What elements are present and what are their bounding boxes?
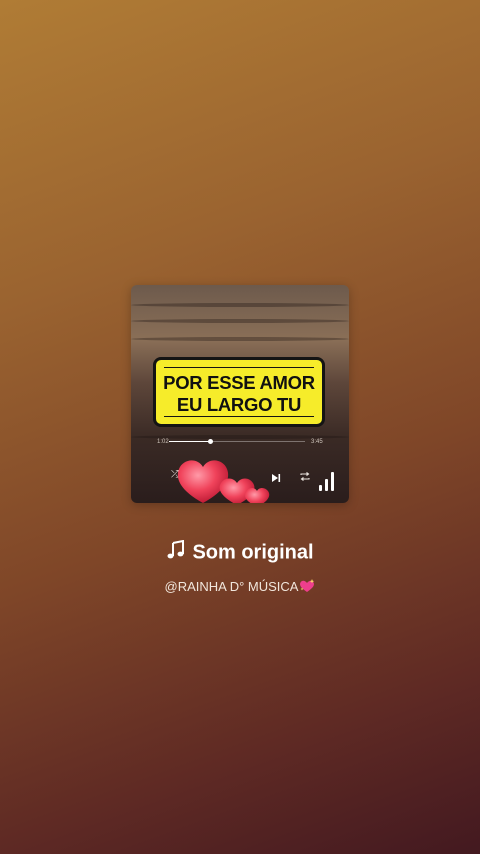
progress-knob — [207, 439, 213, 444]
sign-top-rule — [164, 367, 314, 368]
sign-line-1: POR ESSE AMOR — [163, 372, 315, 393]
time-elapsed: 1:02 — [157, 439, 169, 445]
music-note-icon — [166, 539, 186, 566]
album-cover[interactable]: POR ESSE AMOR EU LARGO TU 1:02 3:45 ⤮ — [131, 285, 349, 503]
audio-bars-icon — [319, 471, 337, 491]
water-ripple — [131, 337, 349, 341]
progress-fill — [169, 441, 210, 442]
audio-title[interactable]: Som original — [0, 539, 480, 566]
water-ripple — [131, 319, 349, 323]
audio-author[interactable]: @RAINHA D° MÚSICA — [0, 579, 480, 596]
author-name: @RAINHA D° MÚSICA — [164, 579, 299, 594]
audio-title-text: Som original — [192, 541, 314, 564]
progress-bar — [169, 439, 305, 444]
water-ripple — [131, 303, 349, 307]
time-total: 3:45 — [311, 439, 323, 445]
lyrics-sign: POR ESSE AMOR EU LARGO TU — [153, 357, 325, 427]
sign-bottom-rule — [164, 416, 314, 417]
sign-line-2: EU LARGO TU — [176, 394, 302, 415]
sparkling-heart-icon — [299, 579, 315, 596]
hearts-icon — [177, 460, 270, 503]
